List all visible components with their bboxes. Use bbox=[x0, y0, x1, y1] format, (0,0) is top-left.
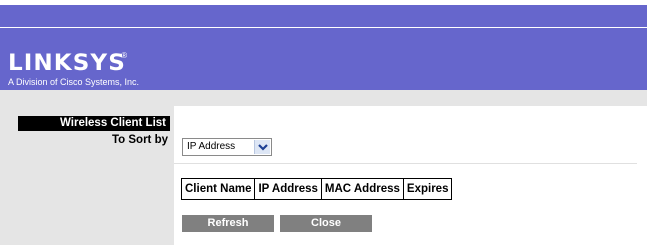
column-header-ip-address: IP Address bbox=[254, 178, 322, 200]
column-header-client-name: Client Name bbox=[180, 178, 256, 200]
column-header-mac-address: MAC Address bbox=[320, 178, 404, 200]
section-title: Wireless Client List bbox=[18, 116, 170, 131]
header-divider-line bbox=[0, 27, 647, 28]
column-header-expires: Expires bbox=[402, 178, 453, 200]
sort-by-label: To Sort by bbox=[111, 134, 168, 146]
table-header-row: Client Name IP Address MAC Address Expir… bbox=[180, 178, 453, 200]
linksys-logo: LINKSYS® A Division of Cisco Systems, In… bbox=[8, 51, 140, 87]
gray-band bbox=[0, 90, 647, 106]
logo-tagline: A Division of Cisco Systems, Inc. bbox=[8, 77, 140, 87]
sort-by-select[interactable]: IP Address bbox=[182, 138, 272, 156]
sort-by-selected-value: IP Address bbox=[187, 141, 236, 152]
chevron-down-icon[interactable] bbox=[254, 140, 270, 154]
refresh-button[interactable]: Refresh bbox=[182, 215, 274, 232]
content-divider bbox=[174, 163, 637, 164]
close-button[interactable]: Close bbox=[280, 215, 372, 232]
logo-wordmark: LINKSYS bbox=[8, 51, 126, 76]
logo-registered-mark: ® bbox=[121, 51, 128, 60]
wireless-client-table: Client Name IP Address MAC Address Expir… bbox=[180, 178, 453, 200]
